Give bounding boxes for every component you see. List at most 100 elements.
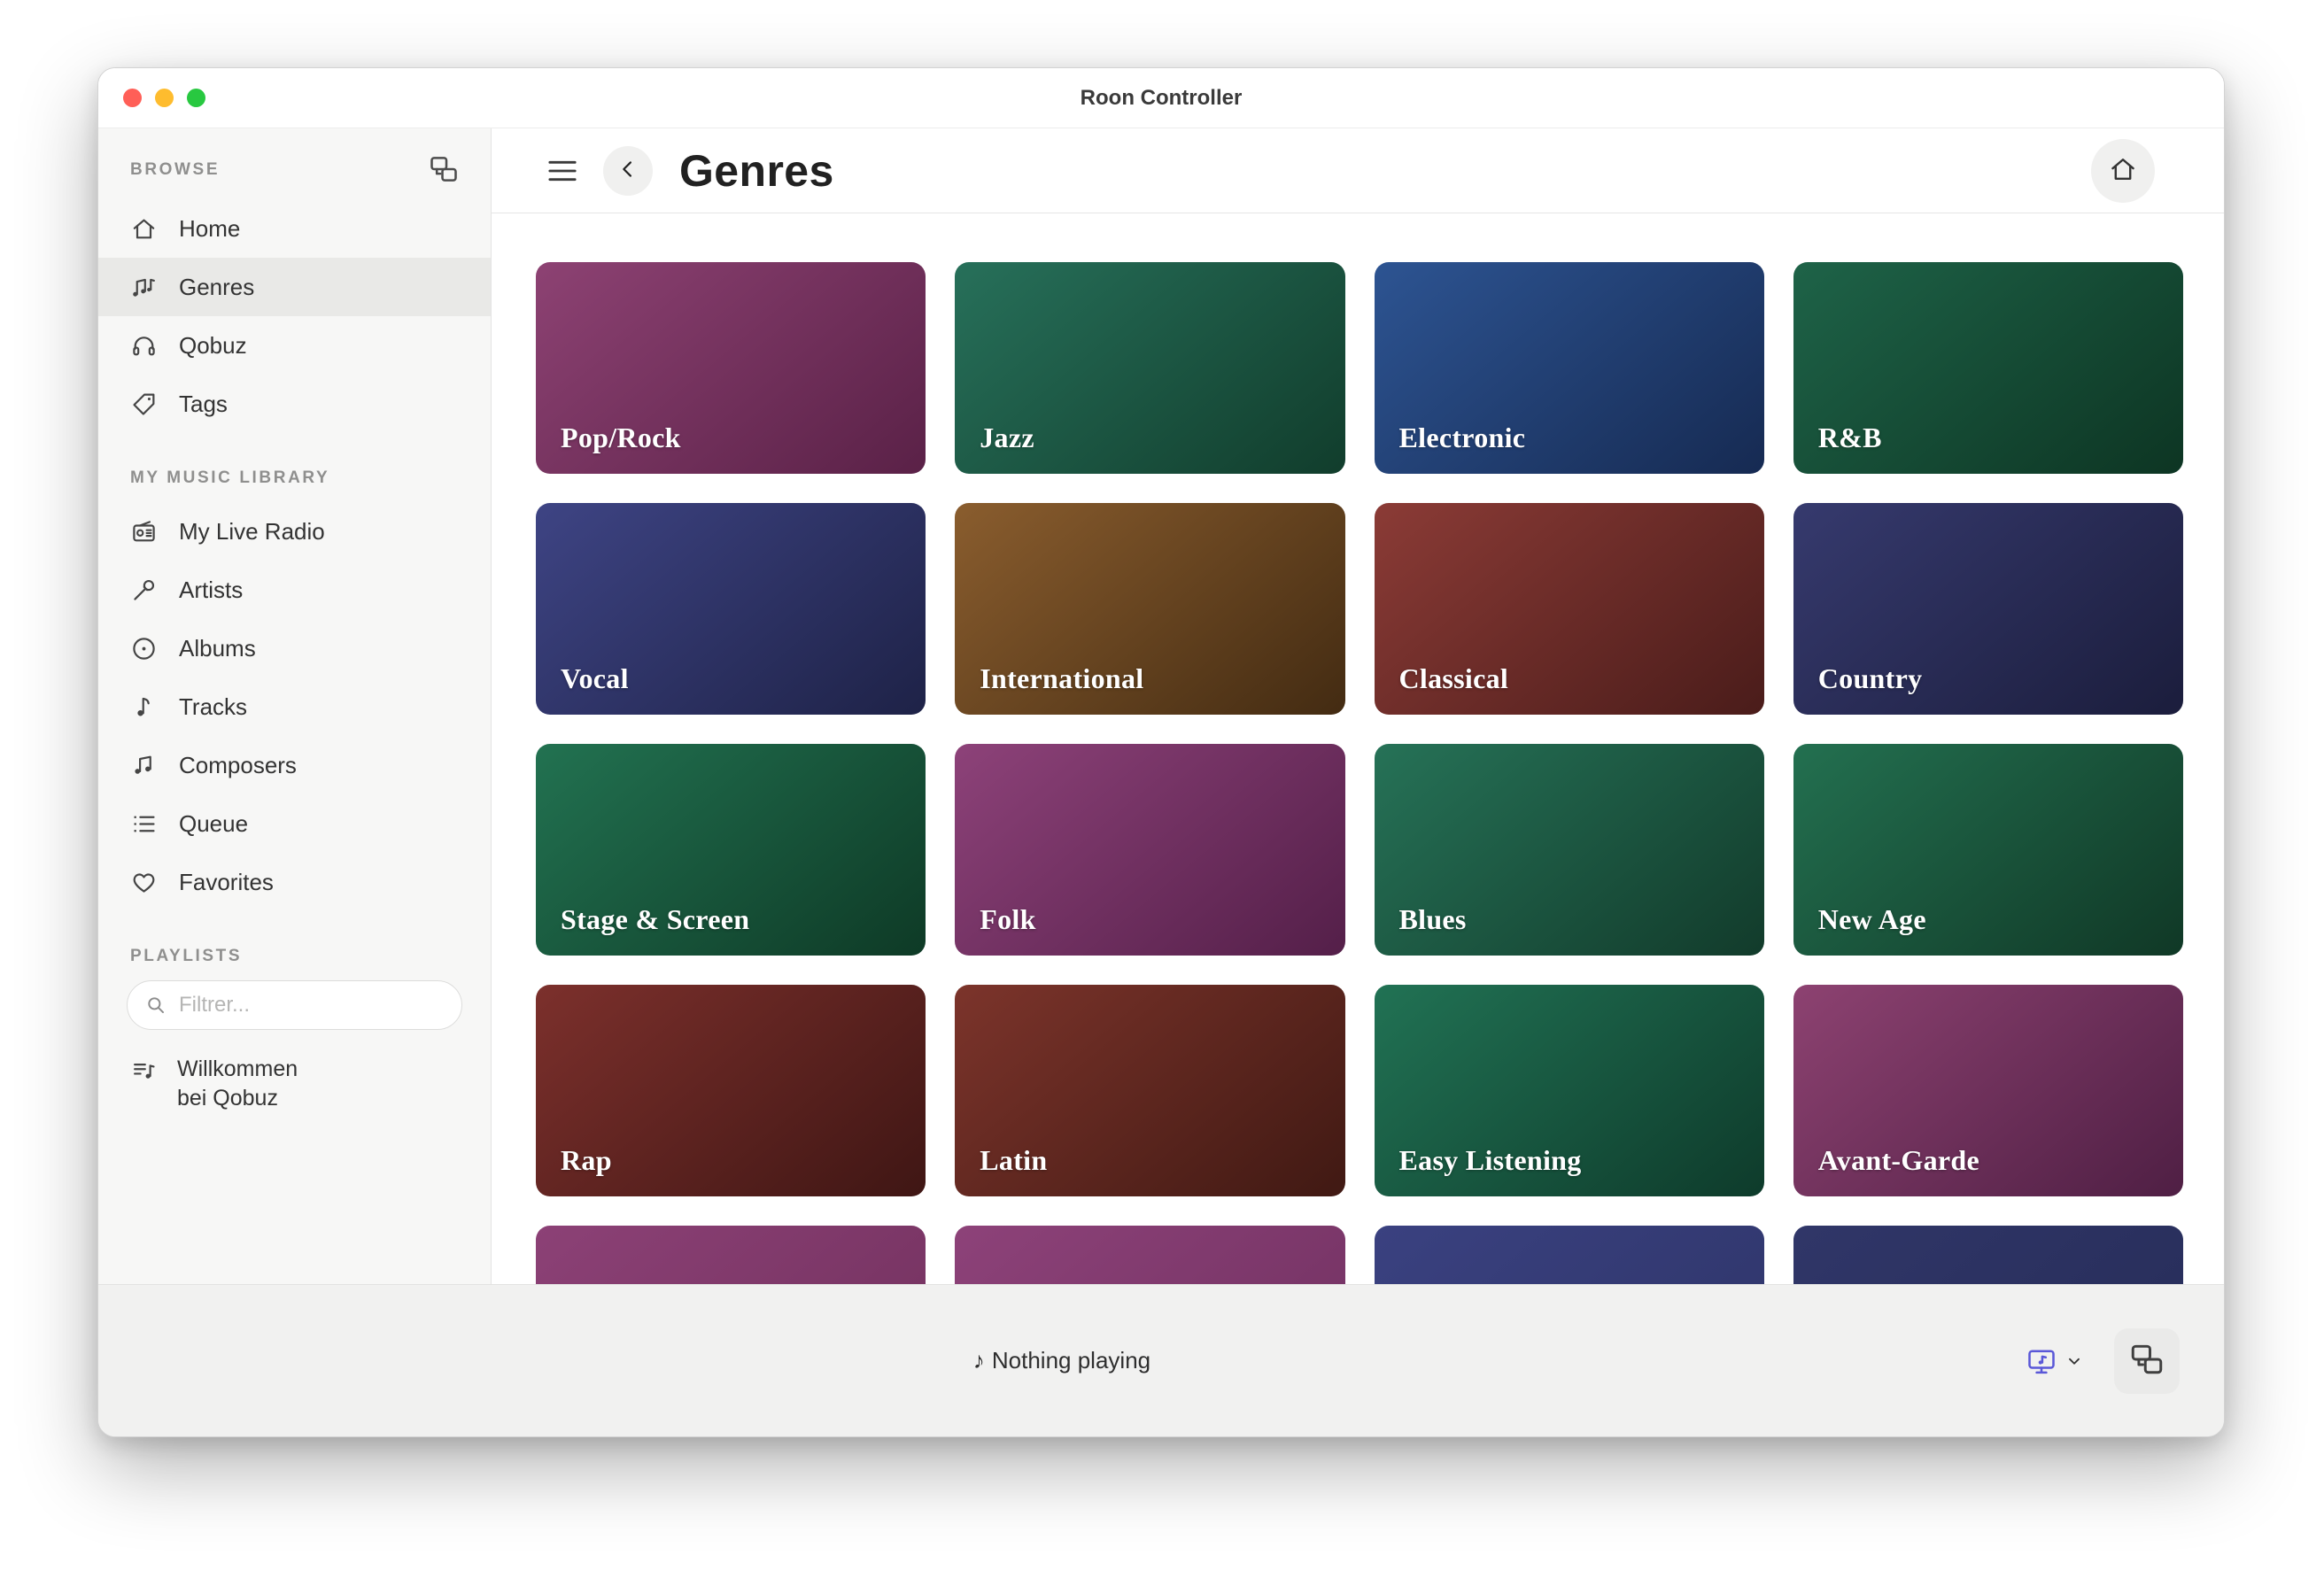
genre-tile-vocal[interactable]: Vocal xyxy=(536,503,926,715)
playlist-icon xyxy=(130,1058,158,1086)
playlists-section-label: PLAYLISTS xyxy=(98,947,491,966)
genre-tile-stage-screen[interactable]: Stage & Screen xyxy=(536,744,926,956)
genre-tile-label: Blues xyxy=(1399,903,1467,936)
sidebar-item-composers[interactable]: Composers xyxy=(98,736,491,794)
sidebar-item-label: Queue xyxy=(179,810,248,838)
playlist-item-willkommen-bei-qobuz[interactable]: Willkommen bei Qobuz xyxy=(98,1030,491,1113)
library-nav: My Live Radio Artists Albums Tracks Composer… xyxy=(98,502,491,911)
sidebar-item-label: Artists xyxy=(179,577,243,604)
genre-tile-label: Folk xyxy=(980,903,1035,936)
browse-nav: Home Genres Qobuz Tags xyxy=(98,199,491,433)
display-transfer-icon xyxy=(2128,1341,2165,1381)
window-title: Roon Controller xyxy=(1081,86,1243,111)
content-row: BROWSE Home Genres Qobuz Tags MY MUSIC LIBR… xyxy=(98,128,2224,1284)
sidebar: BROWSE Home Genres Qobuz Tags MY MUSIC LIBR… xyxy=(98,128,492,1284)
traffic-lights xyxy=(123,68,205,128)
library-section-label: MY MUSIC LIBRARY xyxy=(98,468,491,488)
genre-tile-label: Avant-Garde xyxy=(1818,1144,1979,1177)
genre-tile-label: Electronic xyxy=(1399,422,1526,454)
hamburger-icon xyxy=(545,178,580,191)
menu-button[interactable] xyxy=(545,153,580,189)
main-header: Genres xyxy=(492,128,2224,213)
sidebar-item-label: Favorites xyxy=(179,869,274,896)
queue-icon xyxy=(130,810,158,838)
genre-tile-latin[interactable]: Latin xyxy=(955,985,1344,1196)
transport-bar: ♪ Nothing playing xyxy=(98,1284,2224,1436)
genre-tile-label: Latin xyxy=(980,1144,1047,1177)
footer-controls xyxy=(2026,1328,2224,1394)
browse-section-label: BROWSE xyxy=(130,160,220,180)
back-button[interactable] xyxy=(603,146,653,196)
sidebar-item-albums[interactable]: Albums xyxy=(98,619,491,677)
genre-tile-label: New Age xyxy=(1818,903,1926,936)
genre-tile-international[interactable]: International xyxy=(955,503,1344,715)
playlist-filter-input[interactable] xyxy=(127,980,462,1030)
sidebar-item-qobuz[interactable]: Qobuz xyxy=(98,316,491,375)
search-icon xyxy=(144,994,167,1017)
genre-tile-partial-17[interactable] xyxy=(955,1226,1344,1284)
now-playing-text: Nothing playing xyxy=(992,1347,1150,1374)
sidebar-item-artists[interactable]: Artists xyxy=(98,561,491,619)
display-transfer-icon xyxy=(428,153,460,188)
sidebar-item-label: Composers xyxy=(179,752,297,779)
genre-tile-partial-16[interactable] xyxy=(536,1226,926,1284)
genre-tile-r-b[interactable]: R&B xyxy=(1793,262,2183,474)
note-icon xyxy=(130,693,158,721)
genre-tile-country[interactable]: Country xyxy=(1793,503,2183,715)
zone-picker-button[interactable] xyxy=(2026,1345,2084,1377)
sidebar-item-home[interactable]: Home xyxy=(98,199,491,258)
notes-icon xyxy=(130,752,158,779)
genre-tile-label: Classical xyxy=(1399,662,1509,695)
display-transfer-button[interactable] xyxy=(423,150,464,190)
playlist-filter xyxy=(127,980,462,1030)
genre-tile-folk[interactable]: Folk xyxy=(955,744,1344,956)
microphone-icon xyxy=(130,577,158,604)
display-transfer-footer-button[interactable] xyxy=(2114,1328,2180,1394)
note-icon: ♪ xyxy=(973,1347,985,1374)
radio-icon xyxy=(130,518,158,546)
sidebar-item-label: My Live Radio xyxy=(179,518,325,546)
minimize-window-button[interactable] xyxy=(155,89,174,107)
genre-tile-pop-rock[interactable]: Pop/Rock xyxy=(536,262,926,474)
heart-icon xyxy=(130,869,158,896)
sidebar-item-label: Genres xyxy=(179,274,254,301)
genre-tile-label: International xyxy=(980,662,1143,695)
home-button[interactable] xyxy=(2091,139,2155,203)
tag-icon xyxy=(130,391,158,418)
genre-tile-easy-listening[interactable]: Easy Listening xyxy=(1375,985,1764,1196)
genre-tile-classical[interactable]: Classical xyxy=(1375,503,1764,715)
zoom-window-button[interactable] xyxy=(187,89,205,107)
sidebar-item-genres[interactable]: Genres xyxy=(98,258,491,316)
roon-window: Roon Controller BROWSE Home Genres Qobuz Ta… xyxy=(97,67,2225,1437)
sidebar-item-favorites[interactable]: Favorites xyxy=(98,853,491,911)
genre-tile-new-age[interactable]: New Age xyxy=(1793,744,2183,956)
sidebar-item-label: Home xyxy=(179,215,240,243)
genre-tile-avant-garde[interactable]: Avant-Garde xyxy=(1793,985,2183,1196)
close-window-button[interactable] xyxy=(123,89,142,107)
genre-tile-partial-18[interactable] xyxy=(1375,1226,1764,1284)
genre-tile-blues[interactable]: Blues xyxy=(1375,744,1764,956)
genre-tile-partial-19[interactable] xyxy=(1793,1226,2183,1284)
genre-tile-label: Easy Listening xyxy=(1399,1144,1582,1177)
genre-tile-jazz[interactable]: Jazz xyxy=(955,262,1344,474)
genre-grid-viewport[interactable]: Pop/Rock Jazz Electronic R&B Vocal Internatio… xyxy=(492,213,2224,1284)
chevron-down-icon xyxy=(2064,1351,2084,1371)
sidebar-item-label: Qobuz xyxy=(179,332,247,360)
sidebar-item-my-live-radio[interactable]: My Live Radio xyxy=(98,502,491,561)
genres-icon xyxy=(130,274,158,301)
sidebar-item-tags[interactable]: Tags xyxy=(98,375,491,433)
sidebar-item-queue[interactable]: Queue xyxy=(98,794,491,853)
headphones-icon xyxy=(130,332,158,360)
playlist-item-label: Willkommen bei Qobuz xyxy=(177,1055,298,1113)
genre-tile-label: Jazz xyxy=(980,422,1034,454)
now-playing-status: ♪ Nothing playing xyxy=(98,1347,2026,1374)
chevron-left-icon xyxy=(616,157,640,184)
sidebar-item-tracks[interactable]: Tracks xyxy=(98,677,491,736)
sidebar-head: BROWSE xyxy=(98,150,491,190)
genre-tile-label: Pop/Rock xyxy=(561,422,681,454)
genre-tile-rap[interactable]: Rap xyxy=(536,985,926,1196)
sidebar-item-label: Tracks xyxy=(179,693,247,721)
genre-tile-electronic[interactable]: Electronic xyxy=(1375,262,1764,474)
sidebar-item-label: Albums xyxy=(179,635,256,662)
genre-grid: Pop/Rock Jazz Electronic R&B Vocal Internatio… xyxy=(536,262,2183,1284)
